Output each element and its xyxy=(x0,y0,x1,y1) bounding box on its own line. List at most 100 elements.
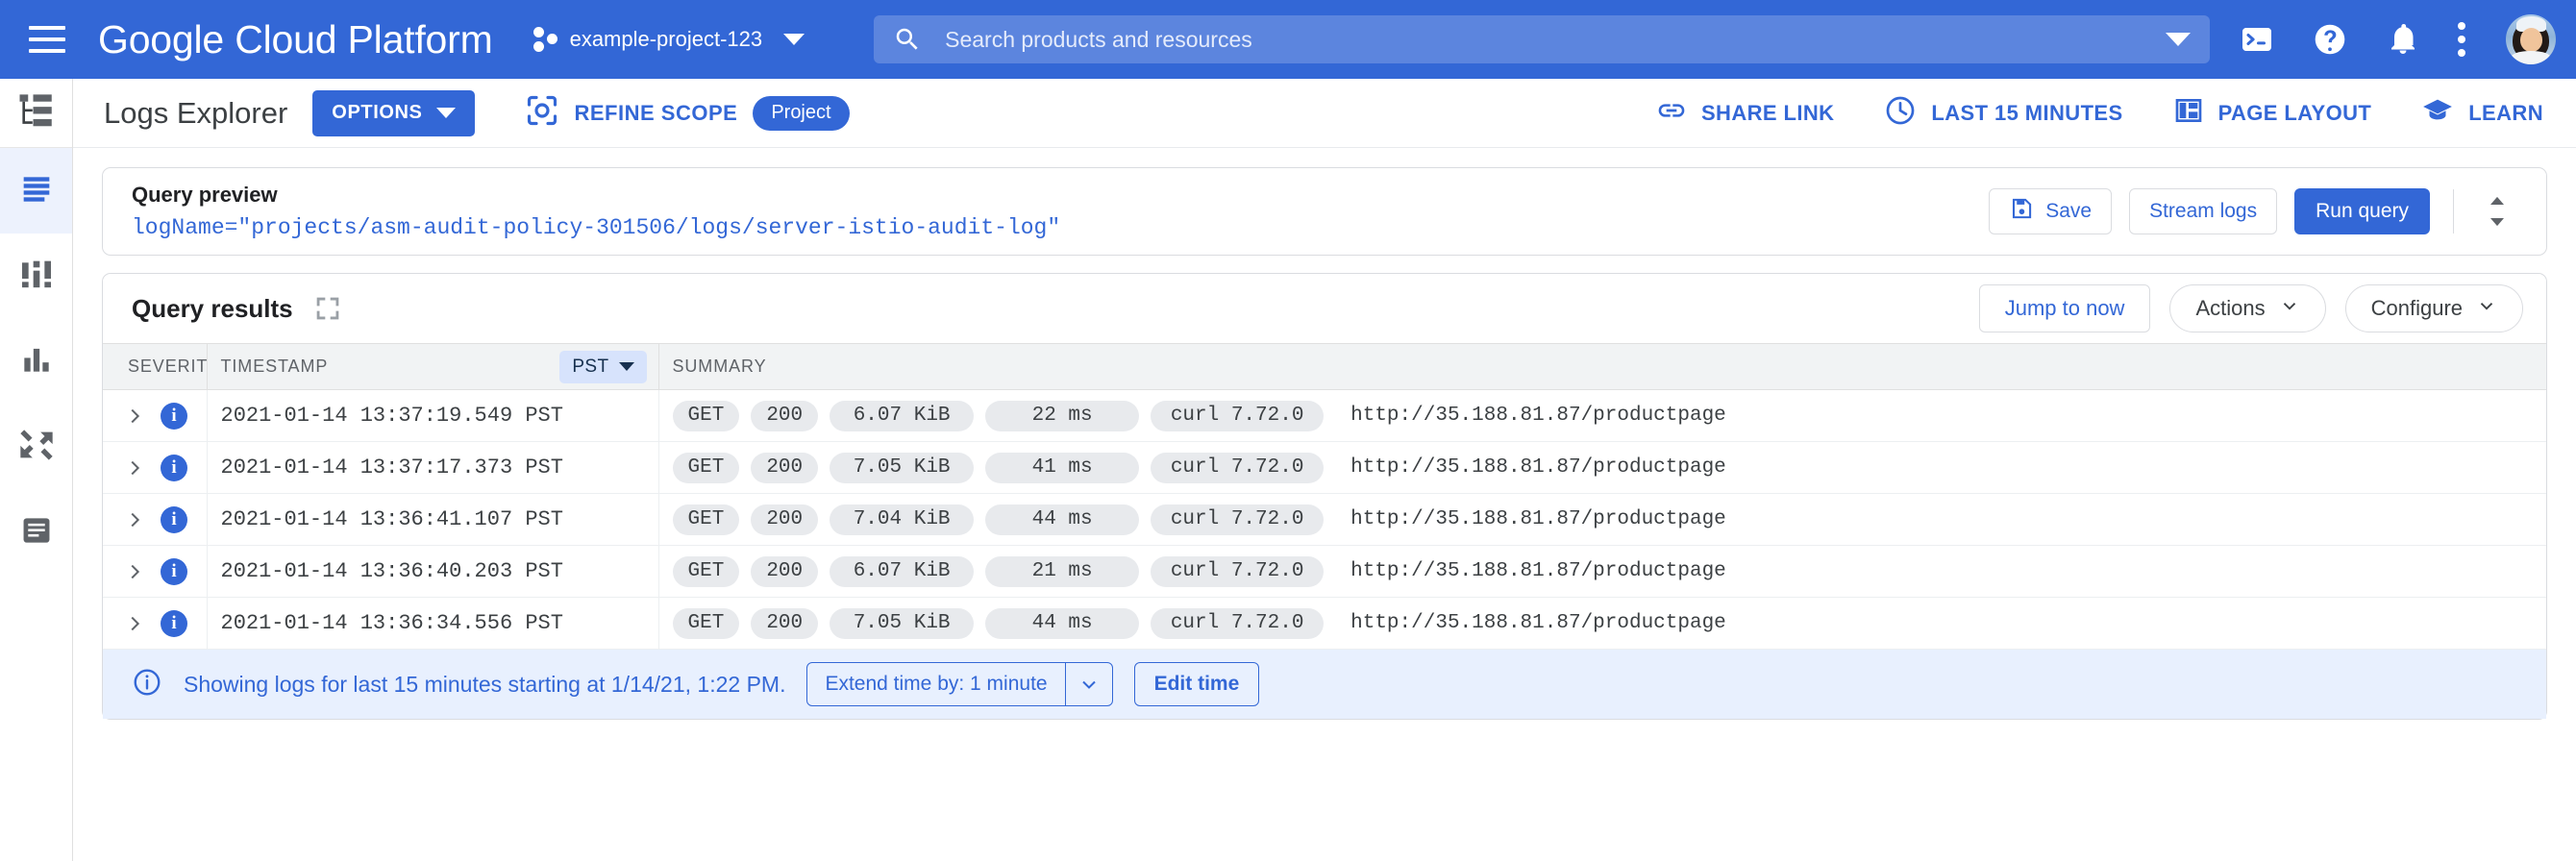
chevron-down-icon xyxy=(2476,295,2497,322)
stream-logs-button[interactable]: Stream logs xyxy=(2129,188,2277,234)
search-icon xyxy=(893,25,922,54)
column-header-timestamp-label: TIMESTAMP xyxy=(221,357,329,376)
row-severity-cell: i xyxy=(103,442,207,494)
expand-row-icon[interactable] xyxy=(124,406,145,427)
sidebar-item-logs-router[interactable] xyxy=(0,405,72,490)
expand-row-icon[interactable] xyxy=(124,613,145,634)
help-icon[interactable] xyxy=(2312,21,2348,58)
summary-status: 200 xyxy=(751,401,818,431)
notifications-icon[interactable] xyxy=(2385,21,2421,58)
query-preview-query[interactable]: logName="projects/asm-audit-policy-30150… xyxy=(132,215,1060,240)
options-button[interactable]: OPTIONS xyxy=(312,90,474,136)
timezone-selector[interactable]: PST xyxy=(559,351,646,383)
stream-logs-label: Stream logs xyxy=(2149,200,2257,223)
cloud-shell-icon[interactable] xyxy=(2239,21,2275,58)
chevron-down-icon xyxy=(2279,295,2300,322)
query-preview-card: Query preview logName="projects/asm-audi… xyxy=(102,167,2547,256)
project-selector[interactable]: example-project-123 xyxy=(533,25,805,54)
summary-method: GET xyxy=(673,504,740,535)
global-search-bar[interactable] xyxy=(874,15,2210,63)
table-row[interactable]: i 2021-01-14 13:37:19.549 PST GET 200 6.… xyxy=(103,390,2546,442)
column-header-timestamp[interactable]: TIMESTAMP PST xyxy=(207,344,658,390)
edit-time-label: Edit time xyxy=(1154,673,1240,696)
summary-url: http://35.188.81.87/productpage xyxy=(1350,456,1726,479)
sidebar-item-logs-storage[interactable] xyxy=(0,490,72,576)
summary-url: http://35.188.81.87/productpage xyxy=(1350,560,1726,582)
extend-time-dropdown[interactable]: Extend time by: 1 minute xyxy=(806,662,1112,706)
jump-to-now-label: Jump to now xyxy=(2005,296,2125,321)
summary-user-agent: curl 7.72.0 xyxy=(1151,453,1324,483)
options-button-label: OPTIONS xyxy=(332,102,422,124)
summary-latency: 44 ms xyxy=(985,504,1139,535)
logs-explorer-icon xyxy=(17,169,56,212)
table-row[interactable]: i 2021-01-14 13:36:34.556 PST GET 200 7.… xyxy=(103,598,2546,650)
row-severity-cell: i xyxy=(103,598,207,650)
info-icon xyxy=(132,667,162,702)
menu-icon[interactable] xyxy=(21,13,73,65)
expand-row-icon[interactable] xyxy=(124,561,145,582)
main-content: Query preview logName="projects/asm-audi… xyxy=(73,148,2576,861)
row-timestamp: 2021-01-14 13:37:17.373 PST xyxy=(207,442,658,494)
time-range-button[interactable]: LAST 15 MINUTES xyxy=(1884,94,2122,132)
expand-row-icon[interactable] xyxy=(124,457,145,479)
sidebar-item-logs-metrics[interactable] xyxy=(0,319,72,405)
summary-size: 7.05 KiB xyxy=(830,453,974,483)
jump-to-now-button[interactable]: Jump to now xyxy=(1979,284,2151,332)
table-row[interactable]: i 2021-01-14 13:37:17.373 PST GET 200 7.… xyxy=(103,442,2546,494)
summary-size: 6.07 KiB xyxy=(830,556,974,587)
table-row[interactable]: i 2021-01-14 13:36:41.107 PST GET 200 7.… xyxy=(103,494,2546,546)
resource-tree-icon xyxy=(16,90,57,135)
scope-target-icon xyxy=(525,93,559,133)
summary-user-agent: curl 7.72.0 xyxy=(1151,608,1324,639)
save-icon xyxy=(2009,196,2034,227)
row-severity-cell: i xyxy=(103,494,207,546)
more-options-icon[interactable] xyxy=(2458,21,2465,58)
page-layout-label: PAGE LAYOUT xyxy=(2218,101,2372,126)
summary-latency: 44 ms xyxy=(985,608,1139,639)
summary-user-agent: curl 7.72.0 xyxy=(1151,556,1324,587)
refine-scope-button[interactable]: REFINE SCOPE Project xyxy=(525,93,850,133)
summary-user-agent: curl 7.72.0 xyxy=(1151,504,1324,535)
summary-size: 7.04 KiB xyxy=(830,504,974,535)
chevron-down-icon[interactable] xyxy=(1066,663,1112,705)
chevron-down-icon xyxy=(619,362,634,371)
column-header-severity[interactable]: SEVERITY xyxy=(103,344,207,390)
configure-button[interactable]: Configure xyxy=(2345,284,2523,332)
search-input[interactable] xyxy=(943,26,2156,54)
sidebar-item-logs-dashboard[interactable] xyxy=(0,234,72,319)
expand-collapse-icon[interactable] xyxy=(2471,193,2523,230)
run-query-button[interactable]: Run query xyxy=(2294,188,2430,234)
row-summary: GET 200 6.07 KiB 21 ms curl 7.72.0 http:… xyxy=(658,546,2546,598)
clock-icon xyxy=(1884,94,1917,132)
expand-row-icon[interactable] xyxy=(124,509,145,530)
query-results-title: Query results xyxy=(132,294,293,324)
query-preview-actions: Save Stream logs Run query xyxy=(1989,188,2546,234)
scope-chip-project[interactable]: Project xyxy=(753,96,849,131)
link-icon xyxy=(1656,95,1687,131)
sidebar-item-resources[interactable] xyxy=(0,79,72,148)
share-link-label: SHARE LINK xyxy=(1701,101,1834,126)
search-chevron-down-icon[interactable] xyxy=(2166,33,2191,46)
page-layout-button[interactable]: PAGE LAYOUT xyxy=(2173,95,2372,131)
time-range-status-bar: Showing logs for last 15 minutes startin… xyxy=(103,650,2546,719)
learn-button[interactable]: LEARN xyxy=(2421,94,2543,132)
summary-method: GET xyxy=(673,608,740,639)
fullscreen-icon[interactable] xyxy=(314,295,341,322)
save-button[interactable]: Save xyxy=(1989,188,2112,234)
share-link-button[interactable]: SHARE LINK xyxy=(1656,95,1834,131)
account-avatar[interactable] xyxy=(2506,14,2556,64)
left-nav-rail xyxy=(0,79,73,861)
row-summary: GET 200 6.07 KiB 22 ms curl 7.72.0 http:… xyxy=(658,390,2546,442)
edit-time-button[interactable]: Edit time xyxy=(1134,662,1260,706)
summary-url: http://35.188.81.87/productpage xyxy=(1350,405,1726,427)
query-results-card: Query results Jump to now Actions xyxy=(102,273,2547,720)
summary-user-agent: curl 7.72.0 xyxy=(1151,401,1324,431)
summary-status: 200 xyxy=(751,453,818,483)
sidebar-item-logs-explorer[interactable] xyxy=(0,148,72,234)
column-header-summary[interactable]: SUMMARY xyxy=(658,344,2546,390)
logs-table-body: i 2021-01-14 13:37:19.549 PST GET 200 6.… xyxy=(103,390,2546,650)
logs-explorer-toolbar: Logs Explorer OPTIONS REFINE SCOPE Proje… xyxy=(73,79,2576,148)
actions-button[interactable]: Actions xyxy=(2169,284,2325,332)
row-timestamp: 2021-01-14 13:36:40.203 PST xyxy=(207,546,658,598)
table-row[interactable]: i 2021-01-14 13:36:40.203 PST GET 200 6.… xyxy=(103,546,2546,598)
